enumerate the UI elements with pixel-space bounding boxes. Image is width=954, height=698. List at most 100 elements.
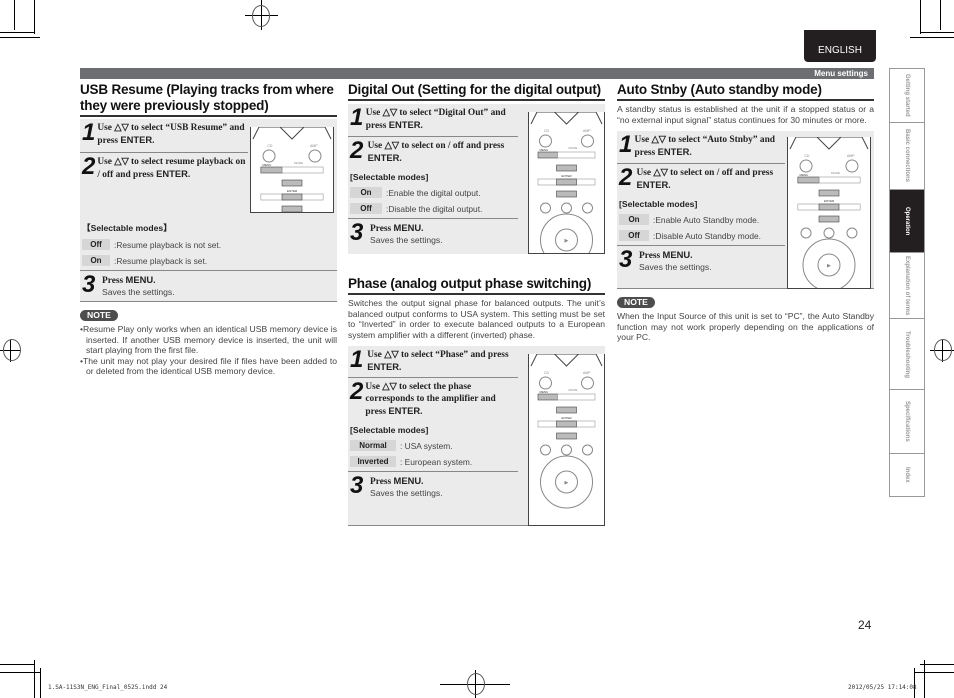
crop-mark <box>0 672 40 673</box>
remote-input-button-icon <box>561 444 572 456</box>
auto-stnby-steps-panel: CD AMP MODE MENU ENTER ▶ 1 Use △▽ to select “… <box>617 131 874 289</box>
digital-out-steps-panel: CD AMP MODE MENU ENTER ▶ 1 Use △▽ to select “… <box>348 104 605 254</box>
note-text: When the Input Source of this unit is se… <box>617 311 874 342</box>
step-instruction: Use △▽ to select the phase corresponds t… <box>365 382 496 417</box>
remote-control-illustration: CD AMP MODE MENU ENTER <box>250 127 334 213</box>
remote-notch <box>279 127 305 140</box>
step-instruction: Use △▽ to select “Phase” and press ENTER… <box>367 350 509 373</box>
remote-drawing: CD AMP MODE MENU ENTER <box>252 127 332 212</box>
auto-stnby-section: Auto Stnby (Auto standby mode) A standby… <box>617 82 874 343</box>
phase-title: Phase (analog output phase switching) <box>348 276 605 295</box>
auto-stnby-description: A standby status is established at the u… <box>617 104 874 125</box>
crop-mark <box>34 660 35 698</box>
step-3: 3 Press MENU. Saves the settings. <box>617 246 785 276</box>
registration-mark <box>467 673 485 695</box>
side-nav-operation[interactable]: Operation <box>890 190 924 253</box>
side-nav-basic-connections[interactable]: Basic connections <box>890 123 924 190</box>
digital-out-section: Digital Out (Setting for the digital out… <box>348 82 605 526</box>
remote-drawing: CD AMP MODE MENU ENTER ▶ <box>789 137 869 288</box>
remote-menu-button-icon <box>537 393 558 401</box>
remote-control-illustration: CD AMP MODE MENU ENTER ▶ <box>528 112 605 254</box>
remote-play-glyph: ▶ <box>565 238 569 244</box>
step-2: 2 Use △▽ to select the phase corresponds… <box>348 378 518 422</box>
remote-top-edge <box>530 112 603 125</box>
remote-info-button-icon <box>540 444 551 456</box>
remote-down-button-icon <box>556 190 577 198</box>
side-nav-explanation-of-terms[interactable]: Explanation of terms <box>890 253 924 319</box>
mode-badge: Normal <box>350 440 396 451</box>
note-badge: NOTE <box>617 297 655 308</box>
side-nav-troubleshooting[interactable]: Troubleshooting <box>890 319 924 390</box>
step-number: 2 <box>350 137 364 164</box>
remote-mode-label: MODE <box>294 161 303 165</box>
crop-mark <box>40 668 41 698</box>
step-number: 2 <box>350 378 364 405</box>
side-nav-index[interactable]: Index <box>890 454 924 496</box>
remote-info-button-icon <box>540 202 551 214</box>
step-number: 2 <box>82 153 96 180</box>
remote-mode-bar <box>281 166 324 174</box>
step-number: 1 <box>350 346 364 373</box>
usb-resume-title: USB Resume (Playing tracks from where th… <box>80 82 337 117</box>
side-nav-specifications[interactable]: Specifications <box>890 390 924 454</box>
side-nav-label: Index <box>904 467 910 483</box>
step-instruction: Press MENU. Saves the settings. <box>370 222 443 245</box>
step-number: 1 <box>619 131 633 158</box>
step-2: 2 Use △▽ to select on / off and press EN… <box>617 164 785 196</box>
crop-mark <box>0 664 34 665</box>
remote-amp-button-icon <box>845 159 859 173</box>
remote-mode-bar <box>818 176 861 184</box>
remote-enter-label: ENTER <box>287 189 298 193</box>
side-nav-getting-started[interactable]: Getting started <box>890 69 924 123</box>
step-number: 3 <box>619 246 633 273</box>
step-instruction: Use △▽ to select “USB Resume” and press … <box>97 123 245 146</box>
step-2: 2 Use △▽ to select on / off and press EN… <box>348 137 518 169</box>
remote-enter-label: ENTER <box>562 174 573 178</box>
remote-down-button-icon <box>556 432 577 440</box>
crop-mark <box>14 0 15 30</box>
remote-amp-label: AMP <box>847 154 855 158</box>
mode-badge: On <box>350 187 382 198</box>
remote-menu-button-icon <box>797 176 820 184</box>
remote-play-glyph: ▶ <box>827 263 831 269</box>
mode-description: :Resume playback is set. <box>114 255 208 266</box>
mode-option: Off :Disable the digital output. <box>348 202 518 219</box>
remote-cd-label: CD <box>544 371 550 375</box>
side-nav-label: Getting started <box>904 74 910 117</box>
step-number: 3 <box>350 472 364 499</box>
step-number: 3 <box>82 271 96 298</box>
step-1: 1 Use △▽ to select “USB Resume” and pres… <box>80 119 248 153</box>
remote-dial-icon <box>540 213 593 253</box>
remote-open-close-button-icon <box>582 202 593 214</box>
step-instruction: Press MENU. Saves the settings. <box>639 249 712 272</box>
remote-enter-button-icon <box>281 193 303 201</box>
remote-up-button-icon <box>818 189 840 197</box>
remote-cd-label: CD <box>267 144 273 148</box>
mode-description: :Disable Auto Standby mode. <box>653 230 762 241</box>
remote-mode-label: MODE <box>569 388 578 392</box>
side-nav-label: Operation <box>904 206 910 236</box>
remote-enter-label: ENTER <box>562 416 573 420</box>
side-nav-label: Explanation of terms <box>904 255 910 316</box>
step-instruction: Use △▽ to select on / off and press ENTE… <box>636 168 774 191</box>
remote-menu-label: MENU <box>540 390 549 394</box>
language-tab[interactable]: ENGLISH <box>804 30 876 62</box>
crop-mark <box>920 0 921 34</box>
step-3: 3 Press MENU. Saves the settings. <box>80 271 337 302</box>
mode-description: :Enable the digital output. <box>386 187 481 198</box>
mode-badge: Off <box>82 239 110 250</box>
remote-notch <box>554 354 579 367</box>
crop-mark <box>940 0 941 30</box>
crop-mark <box>924 660 925 698</box>
note-item: •The unit may not play your desired file… <box>80 355 337 377</box>
selectable-modes-title: 【Selectable modes】 <box>82 223 172 233</box>
phase-description: Switches the output signal phase for bal… <box>348 298 605 340</box>
crop-mark <box>0 32 34 33</box>
remote-cd-button-icon <box>262 149 276 163</box>
remote-amp-button-icon <box>308 149 322 163</box>
remote-cd-button-icon <box>799 159 813 173</box>
remote-amp-label: AMP <box>310 144 318 148</box>
side-nav-label: Specifications <box>904 401 910 442</box>
crop-mark <box>0 37 40 38</box>
registration-mark <box>3 339 21 361</box>
